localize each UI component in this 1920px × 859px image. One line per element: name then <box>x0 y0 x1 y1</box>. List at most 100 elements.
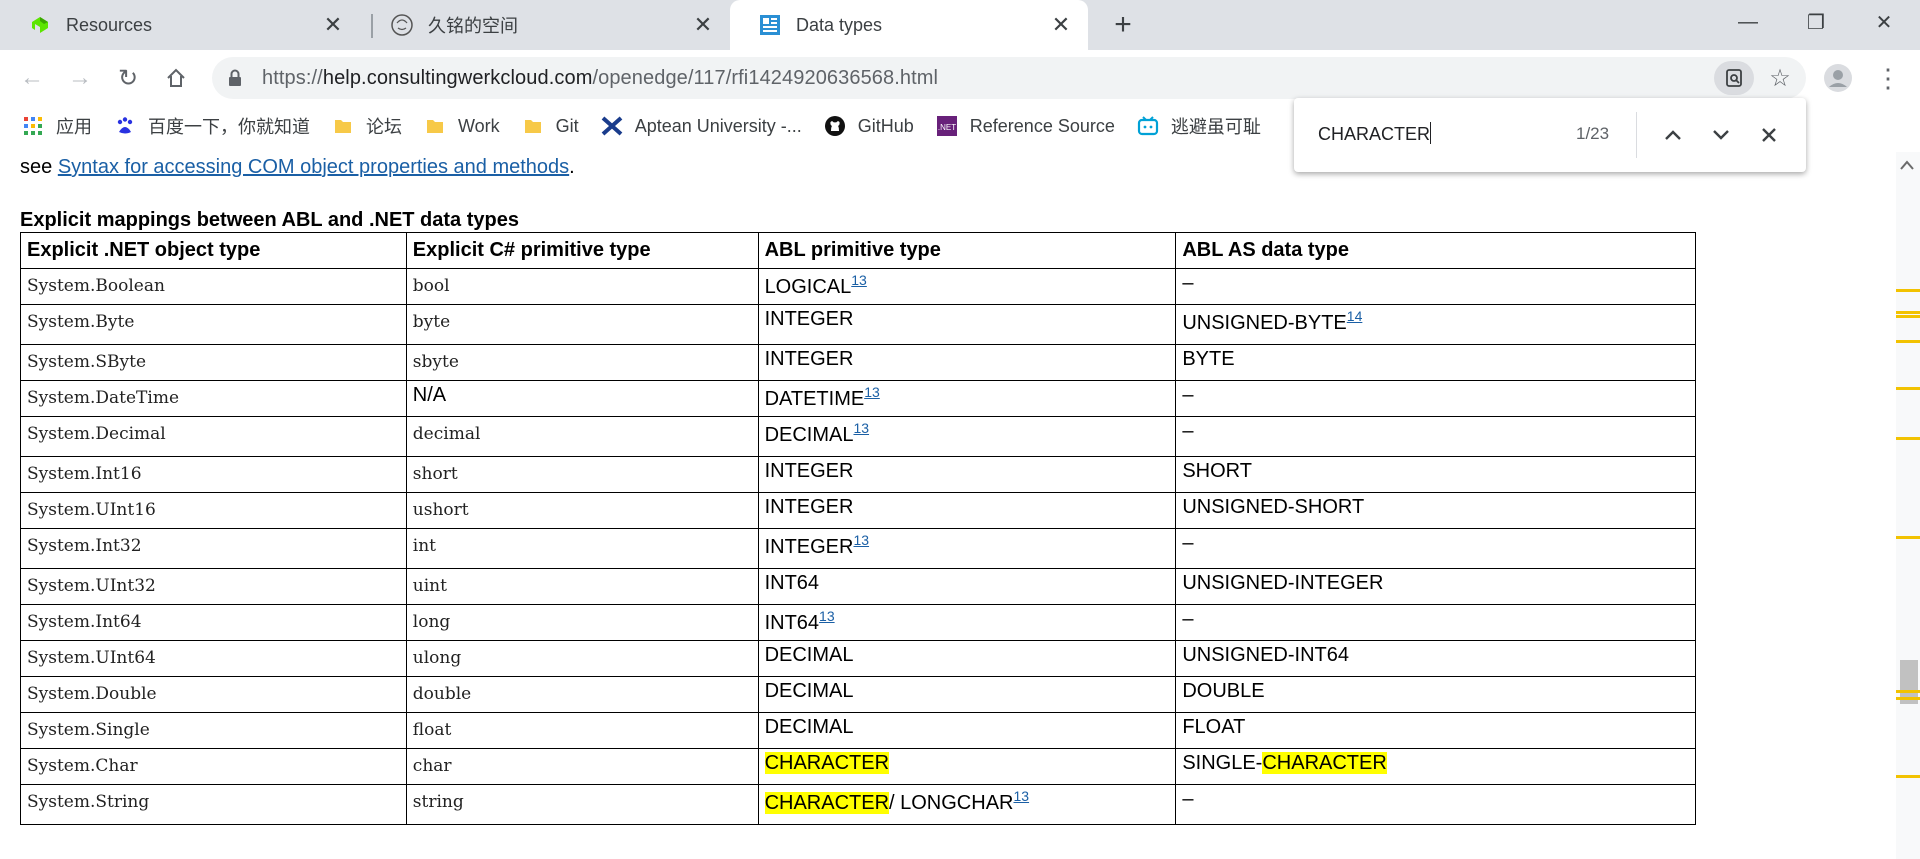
table-body: System.Boolean bool LOGICAL13– System.Byte b… <box>20 268 1696 825</box>
home-button[interactable] <box>158 60 194 96</box>
maximize-button[interactable]: ❐ <box>1785 0 1847 44</box>
cs-type-text: byte <box>412 312 451 332</box>
cell-net-type: System.DateTime <box>20 380 407 417</box>
abl-primitive-text: DECIMAL <box>764 644 854 666</box>
cs-type-text: ulong <box>412 648 462 668</box>
header-net-type: Explicit .NET object type <box>20 232 407 269</box>
bookmark-work[interactable]: Work <box>424 110 500 142</box>
close-window-button[interactable]: ✕ <box>1853 0 1915 44</box>
cell-cs-type: short <box>405 456 759 493</box>
tab-kongjian[interactable]: 久铭的空间 ✕ <box>362 0 730 50</box>
table-row: System.Single float DECIMAL FLOAT <box>20 712 1696 749</box>
avatar-sketch-icon <box>390 13 414 37</box>
cell-abl-as-type: – <box>1175 604 1696 641</box>
net-type-text: System.Int16 <box>27 464 142 484</box>
header-abl-primitive: ABL primitive type <box>757 232 1177 269</box>
find-divider <box>1636 112 1637 158</box>
bookmark-reference-source[interactable]: .NET Reference Source <box>936 110 1115 142</box>
find-next-button[interactable] <box>1704 118 1738 152</box>
find-match-marker <box>1896 775 1920 778</box>
abl-primitive-text: DECIMAL <box>764 680 854 702</box>
abl-as-text: FLOAT <box>1182 716 1246 738</box>
bookmark-aptean[interactable]: Aptean University -... <box>601 110 802 142</box>
address-bar[interactable]: https://help.consultingwerkcloud.com/ope… <box>212 57 1806 99</box>
find-match-count: 1/23 <box>1576 124 1610 143</box>
net-type-text: System.String <box>27 792 150 812</box>
footnote-ref: 13 <box>864 384 880 400</box>
dotnet-icon: .NET <box>936 115 958 137</box>
profile-avatar-icon[interactable] <box>1820 60 1856 96</box>
close-icon <box>1762 128 1776 142</box>
new-tab-button[interactable]: + <box>1106 8 1140 42</box>
footnote-ref: 13 <box>851 272 867 288</box>
find-input[interactable]: CHARACTER <box>1318 122 1432 145</box>
table-row: System.UInt16 ushort INTEGER UNSIGNED-SHORT <box>20 492 1696 529</box>
cell-net-type: System.UInt32 <box>20 568 407 605</box>
table-row: System.Double double DECIMAL DOUBLE <box>20 676 1696 713</box>
tab-resources[interactable]: Resources ✕ <box>0 0 360 50</box>
abl-as-text: UNSIGNED-INTEGER <box>1182 572 1384 594</box>
cell-abl-as-type: UNSIGNED-SHORT <box>1175 492 1696 529</box>
find-match-marker <box>1896 697 1920 700</box>
abl-as-text: DOUBLE <box>1182 680 1265 702</box>
abl-primitive-text: / LONGCHAR <box>889 792 1014 814</box>
table-row: System.Int32 int INTEGER13– <box>20 528 1696 569</box>
bookmark-label: Aptean University -... <box>634 115 802 136</box>
bookmark-luntan[interactable]: 论坛 <box>332 110 402 142</box>
folder-icon <box>522 115 544 137</box>
footnote-link[interactable]: 13 <box>864 384 880 400</box>
abl-primitive-text: INTEGER <box>764 536 854 558</box>
page-content: see Syntax for accessing COM object prop… <box>0 146 1900 859</box>
bookmark-apps[interactable]: 应用 <box>22 110 92 142</box>
cell-abl-as-type: SHORT <box>1175 456 1696 493</box>
close-icon[interactable]: ✕ <box>1046 10 1076 40</box>
bookmark-star-icon[interactable]: ☆ <box>1764 62 1796 94</box>
footnote-link[interactable]: 13 <box>853 532 869 548</box>
abl-primitive-text: DECIMAL <box>764 424 854 446</box>
cell-cs-type: uint <box>405 568 759 605</box>
find-close-button[interactable] <box>1752 118 1786 152</box>
cell-cs-type: sbyte <box>405 344 759 381</box>
find-previous-button[interactable] <box>1656 118 1690 152</box>
cell-abl-primitive: DATETIME13 <box>757 380 1177 417</box>
back-button[interactable]: ← <box>14 60 50 96</box>
apps-grid-icon <box>22 115 44 137</box>
table-row: System.UInt32 uint INT64 UNSIGNED-INTEGER <box>20 568 1696 605</box>
find-in-page-indicator[interactable] <box>1714 61 1754 95</box>
bookmark-baidu[interactable]: 百度一下，你就知道 <box>114 110 310 142</box>
footnote-link[interactable]: 13 <box>851 272 867 288</box>
footnote-link[interactable]: 13 <box>853 420 869 436</box>
footnote-link[interactable]: 14 <box>1347 308 1363 324</box>
bookmark-bilibili[interactable]: 逃避虽可耻 <box>1137 110 1261 142</box>
bookmark-github[interactable]: GitHub <box>824 110 914 142</box>
minimize-button[interactable]: — <box>1717 0 1779 44</box>
com-syntax-link[interactable]: Syntax for accessing COM object properti… <box>58 156 569 178</box>
footnote-link[interactable]: 13 <box>1013 788 1029 804</box>
cell-cs-type: long <box>405 604 759 641</box>
cs-type-text: float <box>412 720 452 740</box>
reload-button[interactable]: ↻ <box>110 60 146 96</box>
cell-abl-as-type: BYTE <box>1175 344 1696 381</box>
cell-cs-type: ushort <box>405 492 759 529</box>
close-icon[interactable]: ✕ <box>688 10 718 40</box>
cell-abl-primitive: DECIMAL <box>757 712 1177 749</box>
abl-primitive-text: INT64 <box>764 612 820 634</box>
bookmark-git[interactable]: Git <box>522 110 579 142</box>
close-icon[interactable]: ✕ <box>318 10 348 40</box>
intro-suffix: . <box>569 156 575 178</box>
forward-button[interactable]: → <box>62 60 98 96</box>
tab-data-types[interactable]: Data types ✕ <box>730 0 1088 50</box>
net-type-text: System.DateTime <box>27 388 180 408</box>
search-highlight: CHARACTER <box>764 752 890 774</box>
abl-as-text: SHORT <box>1182 460 1252 482</box>
more-menu-icon[interactable]: ⋮ <box>1870 60 1906 96</box>
cell-abl-primitive: INTEGER <box>757 304 1177 345</box>
cell-net-type: System.Int16 <box>20 456 407 493</box>
find-match-marker <box>1896 340 1920 343</box>
header-abl-as-type: ABL AS data type <box>1175 232 1696 269</box>
table-row: System.Byte byte INTEGER UNSIGNED-BYTE14 <box>20 304 1696 345</box>
tab-title: 久铭的空间 <box>428 16 518 36</box>
scroll-up-arrow-icon[interactable] <box>1900 160 1914 170</box>
footnote-link[interactable]: 13 <box>819 608 835 624</box>
page-scrollbar[interactable] <box>1896 152 1920 859</box>
